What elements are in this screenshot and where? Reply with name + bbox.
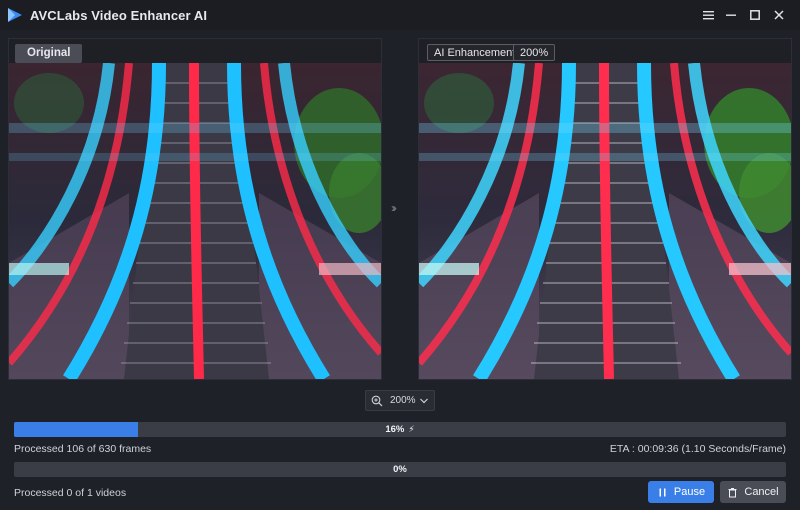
cancel-button[interactable]: Cancel xyxy=(720,481,786,503)
videos-progress-bar: 0% xyxy=(14,462,786,477)
trash-icon xyxy=(728,487,737,497)
coaster-image xyxy=(419,63,791,379)
pause-label: Pause xyxy=(673,486,706,498)
app-title: AVCLabs Video Enhancer AI xyxy=(30,8,208,23)
enhanced-video-frame[interactable] xyxy=(419,63,791,379)
minimize-icon[interactable] xyxy=(720,5,742,25)
original-video-frame[interactable] xyxy=(9,63,381,379)
frames-progress-bar: 16% ⚡ xyxy=(14,422,786,437)
coaster-image xyxy=(9,63,381,379)
cancel-label: Cancel xyxy=(744,486,779,498)
app-logo-icon xyxy=(8,8,22,22)
videos-status: Processed 0 of 1 videos xyxy=(14,487,127,499)
close-icon[interactable] xyxy=(768,5,790,25)
title-bar: AVCLabs Video Enhancer AI xyxy=(0,0,800,30)
frames-progress-label: 16% ⚡ xyxy=(385,424,415,435)
original-preview-panel: Original xyxy=(8,38,382,380)
zoom-select[interactable]: 200% xyxy=(365,390,435,411)
zoom-in-icon xyxy=(371,395,383,407)
pause-icon xyxy=(659,488,666,496)
panel-header: AI Enhancement 200% xyxy=(419,39,791,63)
panel-header: Original xyxy=(9,39,381,63)
preview-zoom-badge: 200% xyxy=(513,44,556,61)
hamburger-menu-icon[interactable] xyxy=(697,5,719,25)
videos-progress-label: 0% xyxy=(393,464,407,475)
enhanced-preview-panel: AI Enhancement 200% xyxy=(418,38,792,380)
frames-status: Processed 106 of 630 frames xyxy=(14,443,152,455)
maximize-icon[interactable] xyxy=(744,5,766,25)
chevron-down-icon xyxy=(420,398,428,404)
ai-enhancement-label: AI Enhancement xyxy=(427,44,523,61)
original-label: Original xyxy=(15,44,83,63)
eta-text: ETA : 00:09:36 (1.10 Seconds/Frame) xyxy=(609,443,786,455)
zoom-value: 200% xyxy=(390,395,416,406)
pause-button[interactable]: Pause xyxy=(648,481,714,503)
lightning-icon: ⚡ xyxy=(408,424,415,434)
double-chevron-right-icon: ››› xyxy=(391,201,397,215)
